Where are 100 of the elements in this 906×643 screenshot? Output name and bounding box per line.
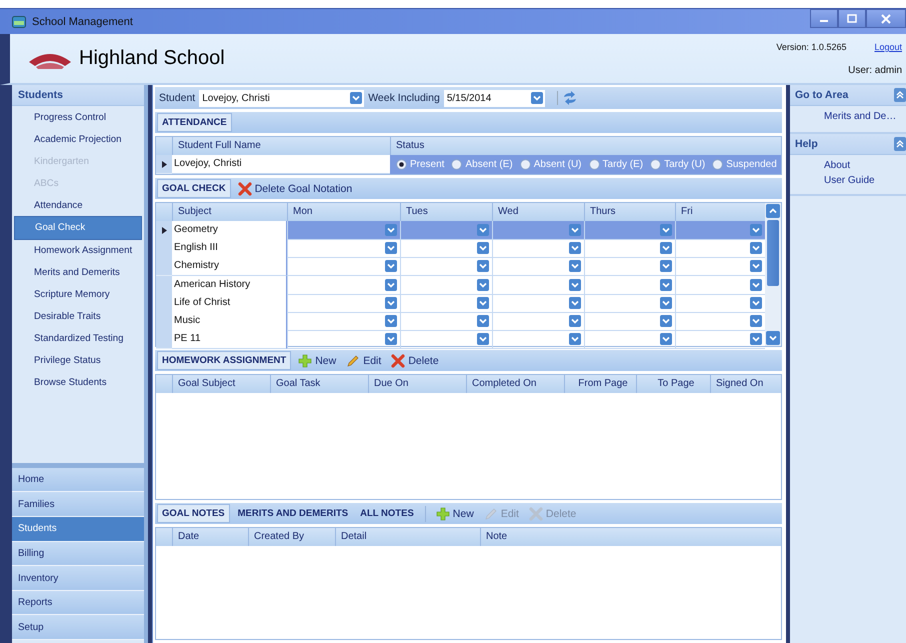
dropdown-icon[interactable] [660,333,672,346]
day-dropdown[interactable] [584,330,675,350]
day-dropdown[interactable] [400,221,492,240]
day-dropdown[interactable] [584,221,675,240]
section-tab[interactable]: GOAL NOTES [157,504,230,523]
dropdown-icon[interactable] [477,296,489,309]
close-button[interactable] [866,9,906,28]
nav-button[interactable]: Students [12,517,144,542]
dropdown-icon[interactable] [477,278,489,291]
day-dropdown[interactable] [492,330,584,350]
day-dropdown[interactable] [287,294,400,313]
day-dropdown[interactable] [287,221,400,240]
day-dropdown[interactable] [287,330,400,350]
dropdown-icon[interactable] [477,333,489,346]
dropdown-icon[interactable] [750,242,762,254]
dropdown-icon[interactable] [385,278,397,291]
collapse-icon[interactable] [894,88,906,102]
panel-link[interactable]: About [824,160,906,171]
day-dropdown[interactable] [287,257,400,276]
scrollbar[interactable] [765,203,781,346]
day-dropdown[interactable] [675,239,765,258]
dropdown-icon[interactable] [477,260,489,272]
edit-button[interactable]: Edit [343,354,384,368]
day-dropdown[interactable] [584,294,675,313]
dropdown-icon[interactable] [660,260,672,272]
dropdown-icon[interactable] [385,224,397,236]
dropdown-icon[interactable] [477,242,489,254]
minimize-button[interactable] [810,9,838,28]
day-dropdown[interactable] [400,239,492,258]
dropdown-icon[interactable] [569,224,581,236]
day-dropdown[interactable] [675,276,765,295]
nav-button[interactable]: Home [12,468,144,492]
dropdown-icon[interactable] [477,224,489,236]
refresh-icon[interactable] [556,91,578,105]
sidebar-item[interactable]: Standardized Testing [14,328,142,350]
day-dropdown[interactable] [675,221,765,240]
sidebar-item[interactable]: Privilege Status [14,350,142,372]
delete-button[interactable]: Delete [388,354,442,368]
section-tab[interactable]: GOAL CHECK [157,179,231,198]
day-dropdown[interactable] [584,276,675,295]
section-tab[interactable]: ATTENDANCE [157,113,232,132]
dropdown-icon[interactable] [750,278,762,291]
day-dropdown[interactable] [492,221,584,240]
day-dropdown[interactable] [400,294,492,313]
day-dropdown[interactable] [492,239,584,258]
dropdown-icon[interactable] [385,333,397,346]
dropdown-icon[interactable] [569,260,581,272]
day-dropdown[interactable] [287,276,400,295]
new-button[interactable]: New [432,506,477,520]
nav-button[interactable]: Inventory [12,566,144,591]
day-dropdown[interactable] [400,257,492,276]
dropdown-icon[interactable] [530,92,543,104]
section-tab[interactable]: HOMEWORK ASSIGNMENT [157,351,292,370]
scroll-up-icon[interactable] [766,204,780,218]
scroll-down-icon[interactable] [766,331,780,345]
dropdown-icon[interactable] [385,260,397,272]
dropdown-icon[interactable] [750,224,762,236]
day-dropdown[interactable] [675,294,765,313]
sidebar-item[interactable]: Browse Students [14,372,142,394]
dropdown-icon[interactable] [569,333,581,346]
day-dropdown[interactable] [492,276,584,295]
date-picker[interactable]: 5/15/2014 [444,90,545,106]
new-button[interactable]: New [295,354,340,368]
day-dropdown[interactable] [400,276,492,295]
student-dropdown[interactable]: Lovejoy, Christi [199,90,364,106]
dropdown-icon[interactable] [750,314,762,327]
dropdown-icon[interactable] [660,242,672,254]
sidebar-item[interactable]: Goal Check [14,216,142,240]
nav-button[interactable]: Reports [12,590,144,616]
day-dropdown[interactable] [492,312,584,331]
scroll-thumb[interactable] [767,220,779,286]
dropdown-icon[interactable] [569,296,581,309]
day-dropdown[interactable] [492,294,584,313]
day-dropdown[interactable] [675,330,765,350]
nav-button[interactable]: Families [12,492,144,518]
collapse-icon[interactable] [894,137,906,151]
nav-button[interactable]: Setup [12,615,144,640]
day-dropdown[interactable] [675,312,765,331]
day-dropdown[interactable] [287,312,400,331]
sidebar-item[interactable]: Desirable Traits [14,306,142,328]
day-dropdown[interactable] [492,257,584,276]
dropdown-icon[interactable] [750,260,762,272]
day-dropdown[interactable] [287,239,400,258]
delete-goal-button[interactable]: Delete Goal Notation [234,182,356,196]
dropdown-icon[interactable] [660,278,672,291]
sidebar-item[interactable]: Scripture Memory [14,284,142,306]
day-dropdown[interactable] [584,312,675,331]
dropdown-icon[interactable] [385,296,397,309]
dropdown-icon[interactable] [569,278,581,291]
day-dropdown[interactable] [400,330,492,350]
dropdown-icon[interactable] [660,224,672,236]
panel-link[interactable]: User Guide [824,175,906,186]
dropdown-icon[interactable] [350,92,362,104]
row-header[interactable] [156,221,172,240]
dropdown-icon[interactable] [750,296,762,309]
dropdown-icon[interactable] [660,314,672,327]
nav-button[interactable]: Billing [12,542,144,566]
section-tab[interactable]: MERITS AND DEMERITS [234,505,352,522]
panel-link[interactable]: Merits and De… [824,111,906,122]
day-dropdown[interactable] [584,257,675,276]
